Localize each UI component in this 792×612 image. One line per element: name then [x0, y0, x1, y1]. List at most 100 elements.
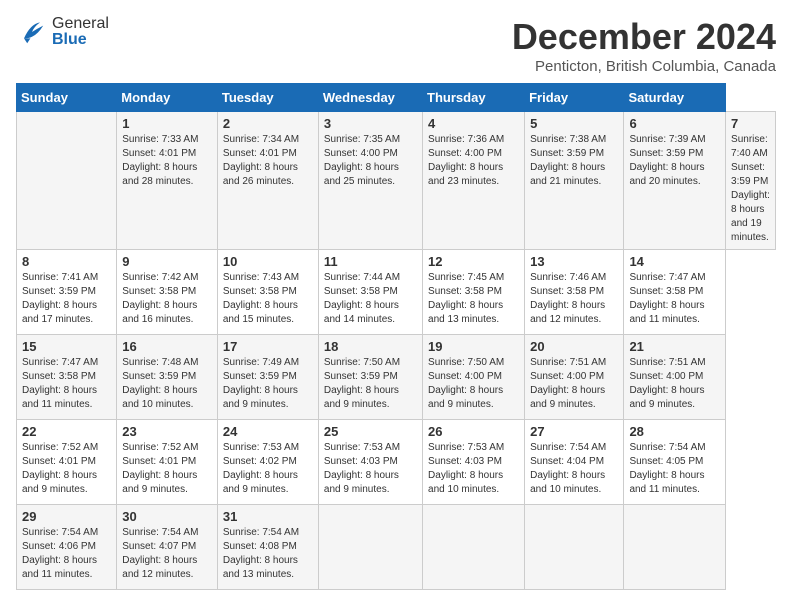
table-cell: 25 Sunrise: 7:53 AM Sunset: 4:03 PM Dayli… — [318, 420, 422, 505]
table-cell — [318, 505, 422, 590]
day-number: 27 — [530, 424, 618, 439]
calendar-week-1: 1Sunrise: 7:33 AM Sunset: 4:01 PM Daylig… — [17, 112, 776, 250]
table-cell: 3 Sunrise: 7:35 AM Sunset: 4:00 PM Daylig… — [318, 112, 422, 250]
day-number: 24 — [223, 424, 313, 439]
table-cell: 24 Sunrise: 7:53 AM Sunset: 4:02 PM Dayli… — [217, 420, 318, 505]
day-info: Sunrise: 7:52 AM Sunset: 4:01 PM Dayligh… — [22, 441, 111, 497]
table-cell: 22Sunrise: 7:52 AM Sunset: 4:01 PM Dayli… — [17, 420, 117, 505]
day-info: Sunrise: 7:52 AM Sunset: 4:01 PM Dayligh… — [122, 441, 212, 497]
calendar-week-3: 15 Sunrise: 7:47 AM Sunset: 3:58 PM Dayli… — [17, 335, 776, 420]
table-cell: 27 Sunrise: 7:54 AM Sunset: 4:04 PM Dayli… — [525, 420, 624, 505]
day-number: 15 — [22, 339, 111, 354]
table-cell: 18 Sunrise: 7:50 AM Sunset: 3:59 PM Dayli… — [318, 335, 422, 420]
day-number: 17 — [223, 339, 313, 354]
day-info: Sunrise: 7:54 AM Sunset: 4:06 PM Dayligh… — [22, 526, 111, 582]
calendar-week-5: 29 Sunrise: 7:54 AM Sunset: 4:06 PM Dayli… — [17, 505, 776, 590]
day-info: Sunrise: 7:49 AM Sunset: 3:59 PM Dayligh… — [223, 356, 313, 412]
calendar-week-4: 22Sunrise: 7:52 AM Sunset: 4:01 PM Dayli… — [17, 420, 776, 505]
calendar-week-2: 8 Sunrise: 7:41 AM Sunset: 3:59 PM Daylig… — [17, 250, 776, 335]
table-cell: 16Sunrise: 7:48 AM Sunset: 3:59 PM Dayli… — [117, 335, 218, 420]
day-number: 6 — [629, 116, 720, 131]
day-info: Sunrise: 7:35 AM Sunset: 4:00 PM Dayligh… — [324, 133, 417, 189]
day-info: Sunrise: 7:54 AM Sunset: 4:05 PM Dayligh… — [629, 441, 720, 497]
day-number: 2 — [223, 116, 313, 131]
table-cell: 28 Sunrise: 7:54 AM Sunset: 4:05 PM Dayli… — [624, 420, 726, 505]
table-cell — [17, 112, 117, 250]
day-info: Sunrise: 7:50 AM Sunset: 4:00 PM Dayligh… — [428, 356, 519, 412]
day-number: 23 — [122, 424, 212, 439]
table-cell: 14 Sunrise: 7:47 AM Sunset: 3:58 PM Dayli… — [624, 250, 726, 335]
calendar-header-row: Sunday Monday Tuesday Wednesday Thursday… — [17, 84, 776, 112]
day-info: Sunrise: 7:42 AM Sunset: 3:58 PM Dayligh… — [122, 271, 212, 327]
day-info: Sunrise: 7:54 AM Sunset: 4:08 PM Dayligh… — [223, 526, 313, 582]
col-friday: Friday — [525, 84, 624, 112]
table-cell: 13 Sunrise: 7:46 AM Sunset: 3:58 PM Dayli… — [525, 250, 624, 335]
day-info: Sunrise: 7:43 AM Sunset: 3:58 PM Dayligh… — [223, 271, 313, 327]
day-number: 8 — [22, 254, 111, 269]
day-info: Sunrise: 7:51 AM Sunset: 4:00 PM Dayligh… — [629, 356, 720, 412]
day-number: 16 — [122, 339, 212, 354]
table-cell: 1Sunrise: 7:33 AM Sunset: 4:01 PM Daylig… — [117, 112, 218, 250]
day-number: 11 — [324, 254, 417, 269]
day-number: 31 — [223, 509, 313, 524]
day-info: Sunrise: 7:50 AM Sunset: 3:59 PM Dayligh… — [324, 356, 417, 412]
day-number: 18 — [324, 339, 417, 354]
day-info: Sunrise: 7:47 AM Sunset: 3:58 PM Dayligh… — [629, 271, 720, 327]
day-info: Sunrise: 7:33 AM Sunset: 4:01 PM Dayligh… — [122, 133, 212, 189]
day-number: 28 — [629, 424, 720, 439]
day-number: 20 — [530, 339, 618, 354]
day-info: Sunrise: 7:47 AM Sunset: 3:58 PM Dayligh… — [22, 356, 111, 412]
col-tuesday: Tuesday — [217, 84, 318, 112]
table-cell: 8 Sunrise: 7:41 AM Sunset: 3:59 PM Daylig… — [17, 250, 117, 335]
col-thursday: Thursday — [423, 84, 525, 112]
table-cell: 19 Sunrise: 7:50 AM Sunset: 4:00 PM Dayli… — [423, 335, 525, 420]
logo: General Blue — [16, 16, 109, 48]
logo-bird-icon — [16, 16, 48, 48]
table-cell: 20Sunrise: 7:51 AM Sunset: 4:00 PM Dayli… — [525, 335, 624, 420]
day-info: Sunrise: 7:38 AM Sunset: 3:59 PM Dayligh… — [530, 133, 618, 189]
table-cell — [423, 505, 525, 590]
day-info: Sunrise: 7:54 AM Sunset: 4:07 PM Dayligh… — [122, 526, 212, 582]
day-number: 26 — [428, 424, 519, 439]
col-wednesday: Wednesday — [318, 84, 422, 112]
day-info: Sunrise: 7:41 AM Sunset: 3:59 PM Dayligh… — [22, 271, 111, 327]
day-number: 3 — [324, 116, 417, 131]
table-cell: 26 Sunrise: 7:53 AM Sunset: 4:03 PM Dayli… — [423, 420, 525, 505]
day-info: Sunrise: 7:46 AM Sunset: 3:58 PM Dayligh… — [530, 271, 618, 327]
table-cell: 10 Sunrise: 7:43 AM Sunset: 3:58 PM Dayli… — [217, 250, 318, 335]
day-number: 19 — [428, 339, 519, 354]
day-number: 10 — [223, 254, 313, 269]
day-info: Sunrise: 7:53 AM Sunset: 4:03 PM Dayligh… — [428, 441, 519, 497]
day-info: Sunrise: 7:44 AM Sunset: 3:58 PM Dayligh… — [324, 271, 417, 327]
page-header: General Blue December 2024 Penticton, Br… — [16, 16, 776, 75]
day-number: 7 — [731, 116, 770, 131]
day-number: 4 — [428, 116, 519, 131]
table-cell: 2Sunrise: 7:34 AM Sunset: 4:01 PM Daylig… — [217, 112, 318, 250]
day-info: Sunrise: 7:45 AM Sunset: 3:58 PM Dayligh… — [428, 271, 519, 327]
day-number: 5 — [530, 116, 618, 131]
day-info: Sunrise: 7:54 AM Sunset: 4:04 PM Dayligh… — [530, 441, 618, 497]
table-cell: 17 Sunrise: 7:49 AM Sunset: 3:59 PM Dayli… — [217, 335, 318, 420]
table-cell: 11 Sunrise: 7:44 AM Sunset: 3:58 PM Dayli… — [318, 250, 422, 335]
location-title: Penticton, British Columbia, Canada — [512, 58, 776, 75]
table-cell: 7 Sunrise: 7:40 AM Sunset: 3:59 PM Daylig… — [726, 112, 776, 250]
day-number: 14 — [629, 254, 720, 269]
table-cell: 29 Sunrise: 7:54 AM Sunset: 4:06 PM Dayli… — [17, 505, 117, 590]
day-number: 9 — [122, 254, 212, 269]
table-cell: 30Sunrise: 7:54 AM Sunset: 4:07 PM Dayli… — [117, 505, 218, 590]
day-info: Sunrise: 7:53 AM Sunset: 4:02 PM Dayligh… — [223, 441, 313, 497]
day-info: Sunrise: 7:40 AM Sunset: 3:59 PM Dayligh… — [731, 133, 770, 245]
col-sunday: Sunday — [17, 84, 117, 112]
day-number: 29 — [22, 509, 111, 524]
day-info: Sunrise: 7:36 AM Sunset: 4:00 PM Dayligh… — [428, 133, 519, 189]
table-cell: 9 Sunrise: 7:42 AM Sunset: 3:58 PM Daylig… — [117, 250, 218, 335]
title-area: December 2024 Penticton, British Columbi… — [512, 16, 776, 75]
table-cell: 5 Sunrise: 7:38 AM Sunset: 3:59 PM Daylig… — [525, 112, 624, 250]
logo-text: General Blue — [52, 16, 109, 48]
day-number: 25 — [324, 424, 417, 439]
day-number: 13 — [530, 254, 618, 269]
day-number: 12 — [428, 254, 519, 269]
table-cell: 23 Sunrise: 7:52 AM Sunset: 4:01 PM Dayli… — [117, 420, 218, 505]
day-info: Sunrise: 7:53 AM Sunset: 4:03 PM Dayligh… — [324, 441, 417, 497]
col-monday: Monday — [117, 84, 218, 112]
